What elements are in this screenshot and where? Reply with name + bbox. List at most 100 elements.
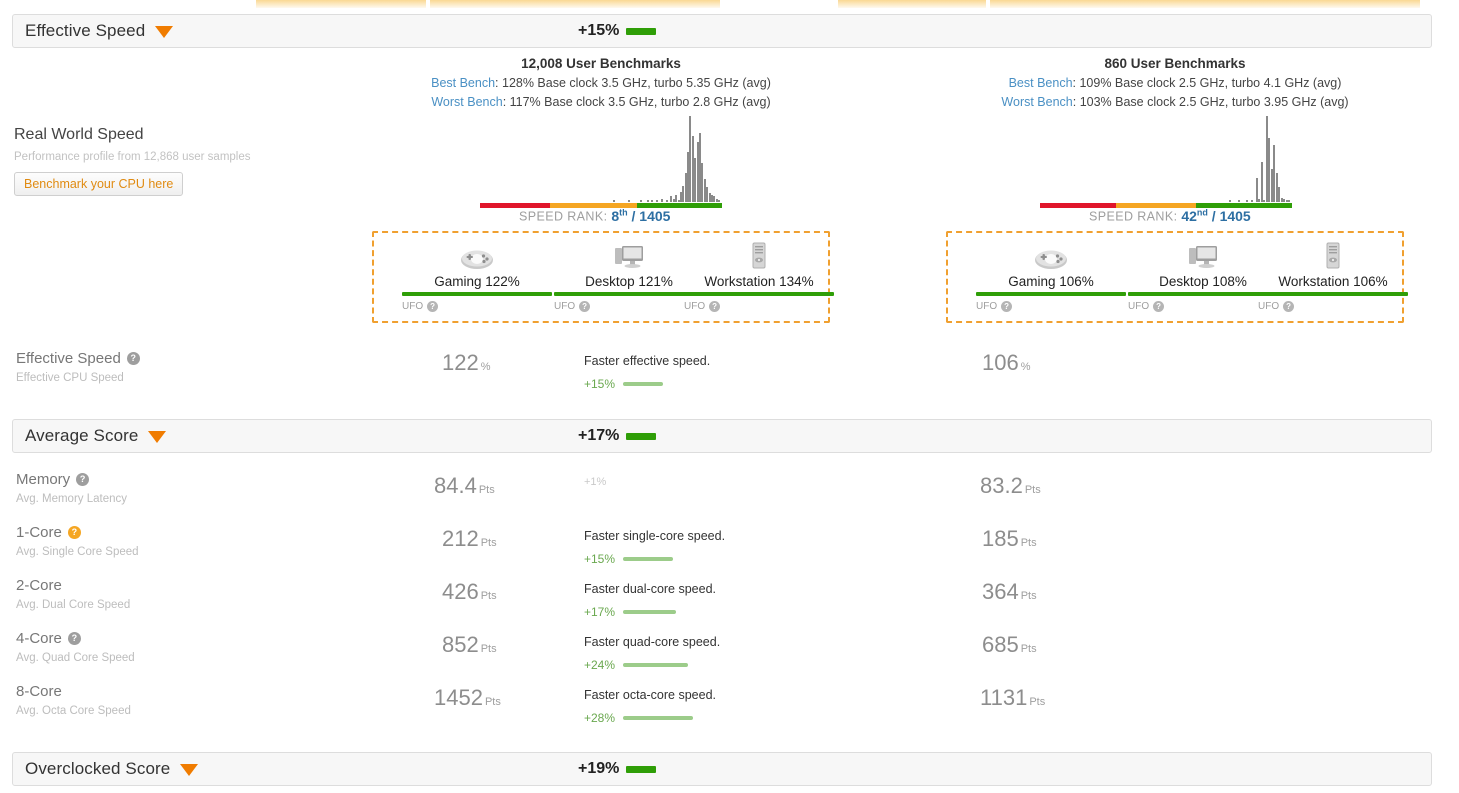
value-effective-speed-cpu-2: 106% [982, 350, 1031, 376]
speed-rank-cpu-1: SPEED RANK: 8th / 1405 [519, 207, 670, 224]
value-number: 122 [442, 350, 479, 375]
ufo-cell-workstation-2[interactable]: Workstation 106% UFO? [1258, 241, 1408, 312]
compare-delta-value: +28% [584, 711, 616, 725]
ufo-cell-workstation-1[interactable]: Workstation 134% UFO? [684, 241, 834, 312]
value-2-core-cpu-2: 364 Pts [982, 579, 1037, 605]
section-header-effective-speed[interactable]: Effective Speed +15% [12, 14, 1432, 48]
value-effective-speed-cpu-1: 122% [442, 350, 491, 376]
row-sub: Avg. Memory Latency [16, 493, 128, 505]
value-unit: % [480, 361, 491, 373]
compare-delta-bar [623, 663, 688, 667]
section-delta-value: +17% [578, 427, 620, 444]
histogram-bar [665, 199, 668, 202]
ufo-cell-desktop-2[interactable]: Desktop 108% UFO? [1128, 241, 1278, 312]
ufo-label-desktop-1: Desktop 121% [585, 274, 673, 289]
row-sub: Avg. Octa Core Speed [16, 705, 131, 717]
ufo-ratings-cpu-1: Gaming 122% UFO? Desktop 121% UFO? Works… [372, 231, 834, 323]
help-icon[interactable]: ? [579, 301, 591, 312]
ufo-cell-gaming-2[interactable]: Gaming 106% UFO? [976, 241, 1126, 312]
row-sub: Avg. Dual Core Speed [16, 599, 131, 611]
compare-delta: +15% [584, 377, 814, 391]
compare-delta-value: +24% [584, 658, 616, 672]
section-header-overclocked-score[interactable]: Overclocked Score +19% [12, 752, 1432, 786]
help-icon[interactable]: ? [76, 473, 90, 486]
value-unit: Pts [1020, 590, 1037, 602]
help-icon[interactable]: ? [1283, 301, 1295, 312]
ufo-cell-gaming-1[interactable]: Gaming 122% UFO? [402, 241, 552, 312]
ufo-sub-desktop-2: UFO? [1128, 301, 1278, 312]
ufo-text-workstation-1: UFO [684, 301, 706, 312]
value-4-core-cpu-1: 852 Pts [442, 632, 497, 658]
help-icon[interactable]: ? [67, 526, 81, 539]
best-bench-label-2[interactable]: Best Bench [1009, 76, 1073, 90]
value-number: 426 [442, 579, 479, 604]
section-delta-bar [626, 432, 657, 440]
chevron-down-icon [155, 26, 174, 38]
compare-delta-bar [623, 557, 673, 561]
compare-delta: +1% [584, 476, 814, 488]
ufo-label-gaming-1: Gaming 122% [434, 274, 520, 289]
ufo-text-gaming-1: UFO [402, 301, 424, 312]
value-number: 364 [982, 579, 1019, 604]
help-icon[interactable]: ? [1153, 301, 1165, 312]
row-title: 1-Core? [16, 524, 346, 541]
histogram-bars-2 [1040, 116, 1292, 202]
row-label-8-core: 8-Core Avg. Octa Core Speed [16, 683, 346, 717]
help-icon[interactable]: ? [67, 632, 81, 645]
help-icon[interactable]: ? [709, 301, 721, 312]
row-title: 2-Core [16, 577, 346, 594]
value-unit: Pts [1029, 696, 1046, 708]
desktop-icon [554, 241, 704, 271]
gamepad-icon [976, 241, 1126, 271]
ufo-bar-desktop-2 [1128, 292, 1278, 296]
ufo-cell-desktop-1[interactable]: Desktop 121% UFO? [554, 241, 704, 312]
section-header-average-score[interactable]: Average Score +17% [12, 419, 1432, 453]
compare-memory: +1% [584, 476, 814, 488]
ufo-text-desktop-1: UFO [554, 301, 576, 312]
compare-delta-value: +1% [584, 476, 607, 488]
speed-rank-value-1: 8th / 1405 [611, 207, 670, 224]
row-label-memory: Memory? Avg. Memory Latency [16, 471, 346, 505]
row-title-text: Effective Speed [16, 350, 121, 367]
histogram-bar [646, 200, 649, 202]
histogram-bar [613, 200, 616, 202]
rank-number-2: 42 [1181, 207, 1197, 224]
histogram-bar [627, 199, 630, 202]
bench-count-cpu-1: 12,008 User Benchmarks [521, 56, 681, 71]
histogram-bar [1288, 200, 1290, 202]
compare-delta-bar [623, 382, 664, 386]
ufo-sub-workstation-1: UFO? [684, 301, 834, 312]
help-icon[interactable]: ? [427, 301, 439, 312]
value-unit: Pts [1024, 484, 1041, 496]
cutoff-strip-3 [838, 0, 986, 8]
help-icon[interactable]: ? [1001, 301, 1013, 312]
worst-bench-label-1[interactable]: Worst Bench [431, 95, 502, 109]
ufo-bar-workstation-2 [1258, 292, 1408, 296]
row-title-text: 4-Core [16, 630, 62, 647]
ufo-sub-workstation-2: UFO? [1258, 301, 1408, 312]
speed-rank-value-2: 42nd / 1405 [1181, 207, 1250, 224]
value-memory-cpu-1: 84.4 Pts [434, 473, 495, 499]
section-title-overclocked-score: Overclocked Score [25, 759, 171, 778]
best-bench-text-2: : 109% Base clock 2.5 GHz, turbo 4.1 GHz… [1072, 76, 1342, 90]
cutoff-strip-1 [256, 0, 426, 8]
compare-text: Faster single-core speed. [584, 529, 726, 543]
chevron-down-icon [180, 764, 199, 776]
value-unit: Pts [484, 696, 501, 708]
histogram-bar [651, 199, 654, 202]
worst-bench-label-2[interactable]: Worst Bench [1001, 95, 1072, 109]
value-number: 106 [982, 350, 1019, 375]
help-icon[interactable]: ? [126, 352, 140, 365]
value-8-core-cpu-2: 1131 Pts [980, 685, 1045, 711]
histogram-bar [1238, 200, 1241, 202]
benchmark-your-cpu-button[interactable]: Benchmark your CPU here [14, 172, 184, 196]
compare-text: Faster effective speed. [584, 354, 711, 368]
comparison-page: Effective Speed +15% 12,008 User Benchma… [0, 0, 1459, 793]
speed-rank-cpu-2: SPEED RANK: 42nd / 1405 [1089, 207, 1251, 224]
best-bench-label-1[interactable]: Best Bench [431, 76, 495, 90]
speed-histogram-cpu-1 [480, 110, 722, 208]
ufo-sub-gaming-1: UFO? [402, 301, 552, 312]
value-number: 185 [982, 526, 1019, 551]
row-title: Memory? [16, 471, 346, 488]
section-delta-bar [626, 765, 657, 773]
